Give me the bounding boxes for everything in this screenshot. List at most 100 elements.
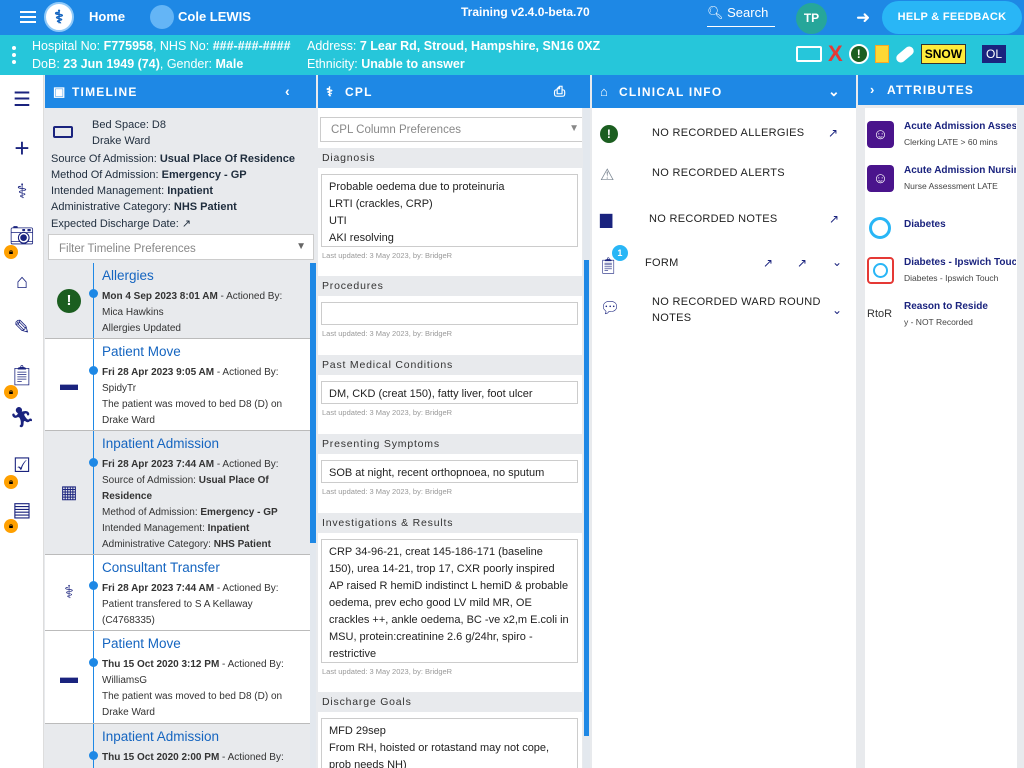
section-label: Discharge Goals (318, 692, 582, 712)
timeline-scrollbar[interactable] (310, 263, 316, 768)
help-feedback-button[interactable]: HELP & FEEDBACK (882, 1, 1022, 34)
home-link[interactable]: Home (89, 9, 125, 24)
form-label: FORM (645, 257, 679, 269)
environment-label: Training v2.4.0-beta.70 (461, 5, 590, 19)
section-label: Procedures (318, 276, 582, 296)
chat-bubbles-icon: 💬︎ (600, 300, 621, 317)
patient-ethnicity: Ethnicity: Unable to answer (307, 57, 465, 71)
timeline-entry[interactable]: ! Allergies Mon 4 Sep 2023 8:01 AM - Act… (45, 263, 310, 339)
timeline-entry[interactable]: ⚕ Consultant Transfer Fri 28 Apr 2023 7:… (45, 555, 310, 631)
home-icon[interactable]: ⌂ (0, 271, 44, 307)
clipboard-list-icon[interactable]: 📋︎ 🔒︎ (0, 363, 44, 399)
tasks-icon[interactable]: ▤ 🔒︎ (0, 497, 44, 533)
last-updated: Last updated: 3 May 2023, by: BridgeR (322, 329, 453, 338)
caret-down-icon: ▼ (296, 241, 306, 252)
section-label: Presenting Symptoms (318, 434, 582, 454)
last-updated: Last updated: 3 May 2023, by: BridgeR (322, 251, 453, 260)
administrative-category: Administrative Category: NHS Patient (51, 201, 237, 213)
bed-space: Bed Space: D8 (92, 119, 166, 131)
discharge-icon[interactable]: 🏃︎ (0, 405, 44, 441)
timeline-title: TIMELINE (72, 85, 138, 99)
external-link-icon[interactable]: ↗ (763, 256, 773, 270)
entry-title: Consultant Transfer (102, 560, 220, 575)
timeline-filter-select[interactable]: Filter Timeline Preferences ▼ (48, 234, 314, 260)
camera-icon[interactable]: 📷︎ 🔒︎ (0, 223, 44, 259)
notes-icon: ▆ (600, 211, 613, 228)
list-icon[interactable]: ☰ (0, 87, 44, 123)
chevron-down-icon[interactable]: ⌄ (828, 83, 841, 100)
external-link-icon[interactable]: ↗ (182, 218, 191, 230)
entry-meta: Thu 15 Oct 2020 2:00 PM - Actioned By: (102, 752, 284, 763)
timeline-entry[interactable]: ▬ Patient Move Thu 15 Oct 2020 3:12 PM -… (45, 631, 310, 724)
chevron-down-icon[interactable]: ⌄ (832, 303, 842, 317)
attributes-panel: ☺ Acute Admission Assessment Clerking LA… (865, 108, 1017, 768)
caret-down-icon: ▼ (569, 123, 579, 134)
hospital-numbers: Hospital No: F775958, NHS No: ###-###-##… (32, 39, 291, 53)
form-count-badge: 1 (612, 245, 628, 261)
search-button[interactable]: 🔍︎ Search (707, 5, 775, 27)
timeline-entry[interactable]: Inpatient Admission Thu 15 Oct 2020 2:00… (45, 724, 310, 768)
entry-meta: Fri 28 Apr 2023 9:05 AM - Actioned By: Sp… (102, 367, 283, 426)
discharge-goals-textarea[interactable]: MFD 29sep From RH, hoisted or rotastand … (321, 718, 578, 768)
patient-name[interactable]: Cole LEWIS (178, 9, 251, 24)
attribute-title: Diabetes (904, 219, 946, 230)
hospital-icon: ▣ (53, 84, 67, 99)
stethoscope-icon: ⚕ (64, 582, 74, 602)
attribute-title: Diabetes - Ipswich Touch (904, 257, 1016, 268)
diabetes-ring-icon (869, 217, 891, 239)
diagnosis-textarea[interactable]: Probable oedema due to proteinuria LRTI … (321, 174, 578, 247)
house-icon: ⌂ (600, 84, 610, 99)
user-avatar[interactable]: TP (796, 3, 827, 34)
pill-icon[interactable] (894, 44, 916, 64)
external-link-icon[interactable]: ↗ (797, 256, 807, 270)
attribute-subtitle: Clerking LATE > 60 mins (904, 137, 998, 147)
bed-icon: ▬ (60, 374, 78, 394)
entry-meta: Thu 15 Oct 2020 3:12 PM - Actioned By: Wi… (102, 659, 284, 718)
collapse-chevron-icon[interactable]: ‹ (285, 83, 291, 99)
more-icon[interactable] (12, 46, 16, 67)
entry-title: Patient Move (102, 344, 181, 359)
timeline-summary: Bed Space: D8 Drake Ward Source Of Admis… (45, 108, 316, 263)
cpl-scrollbar[interactable] (583, 108, 590, 768)
doctor-icon: ☺ (867, 121, 894, 148)
cpl-section-procedures: Procedures Last updated: 3 May 2023, by:… (318, 276, 582, 342)
print-icon[interactable]: ⎙ (554, 83, 566, 100)
cpl-section-discharge-goals: Discharge Goals MFD 29sep From RH, hoist… (318, 692, 582, 768)
procedures-textarea[interactable] (321, 302, 578, 325)
app-logo[interactable]: ⚕ (44, 2, 74, 32)
snow-flag[interactable]: SNOW (920, 44, 967, 64)
clipboard-icon[interactable] (874, 45, 889, 63)
patient-dob-gender: DoB: 23 Jun 1949 (74), Gender: Male (32, 57, 244, 71)
intended-management: Intended Management: Inpatient (51, 185, 214, 197)
section-label: Investigations & Results (318, 513, 582, 533)
diabetes-touch-icon (867, 257, 894, 284)
cpl-section-diagnosis: Diagnosis Probable oedema due to protein… (318, 148, 582, 264)
chart-edit-icon[interactable]: ✎ (0, 315, 44, 351)
timeline-entry[interactable]: ▦ Inpatient Admission Fri 28 Apr 2023 7:… (45, 431, 310, 555)
presenting-symptoms-textarea[interactable]: SOB at night, recent orthopnoea, no sput… (321, 460, 578, 483)
chevron-right-icon[interactable]: › (870, 82, 876, 97)
ol-flag[interactable]: OL (982, 45, 1007, 63)
checklist-icon[interactable]: ☑ 🔒︎ (0, 453, 44, 489)
rtor-icon: RtoR (867, 308, 893, 320)
past-medical-textarea[interactable]: DM, CKD (creat 150), fatty liver, foot u… (321, 381, 578, 404)
menu-icon[interactable] (20, 11, 36, 23)
timeline-entry[interactable]: ▬ Patient Move Fri 28 Apr 2023 9:05 AM -… (45, 339, 310, 431)
chevron-down-icon[interactable]: ⌄ (832, 255, 842, 269)
plus-icon[interactable]: + (0, 133, 44, 169)
external-link-icon[interactable]: ↗ (828, 126, 838, 140)
attribute-subtitle: Diabetes - Ipswich Touch (904, 273, 999, 283)
cpl-section-investigations: Investigations & Results CRP 34-96-21, c… (318, 513, 582, 680)
source-of-admission: Source Of Admission: Usual Place Of Resi… (51, 153, 295, 165)
bed-icon[interactable] (796, 46, 822, 62)
entry-title: Inpatient Admission (102, 729, 220, 744)
x-flag-icon[interactable]: X (828, 43, 843, 65)
alert-flag-icon[interactable]: ! (848, 44, 869, 64)
entry-title: Inpatient Admission (102, 436, 220, 451)
cpl-column-preferences-select[interactable]: CPL Column Preferences ▼ (320, 117, 582, 142)
timeline-header: ▣ TIMELINE ‹ (45, 75, 316, 108)
logout-icon[interactable]: ➜ (856, 8, 870, 28)
investigations-textarea[interactable]: CRP 34-96-21, creat 145-186-171 (baselin… (321, 539, 578, 663)
stethoscope-icon[interactable]: ⚕ (0, 179, 44, 215)
external-link-icon[interactable]: ↗ (829, 212, 839, 226)
